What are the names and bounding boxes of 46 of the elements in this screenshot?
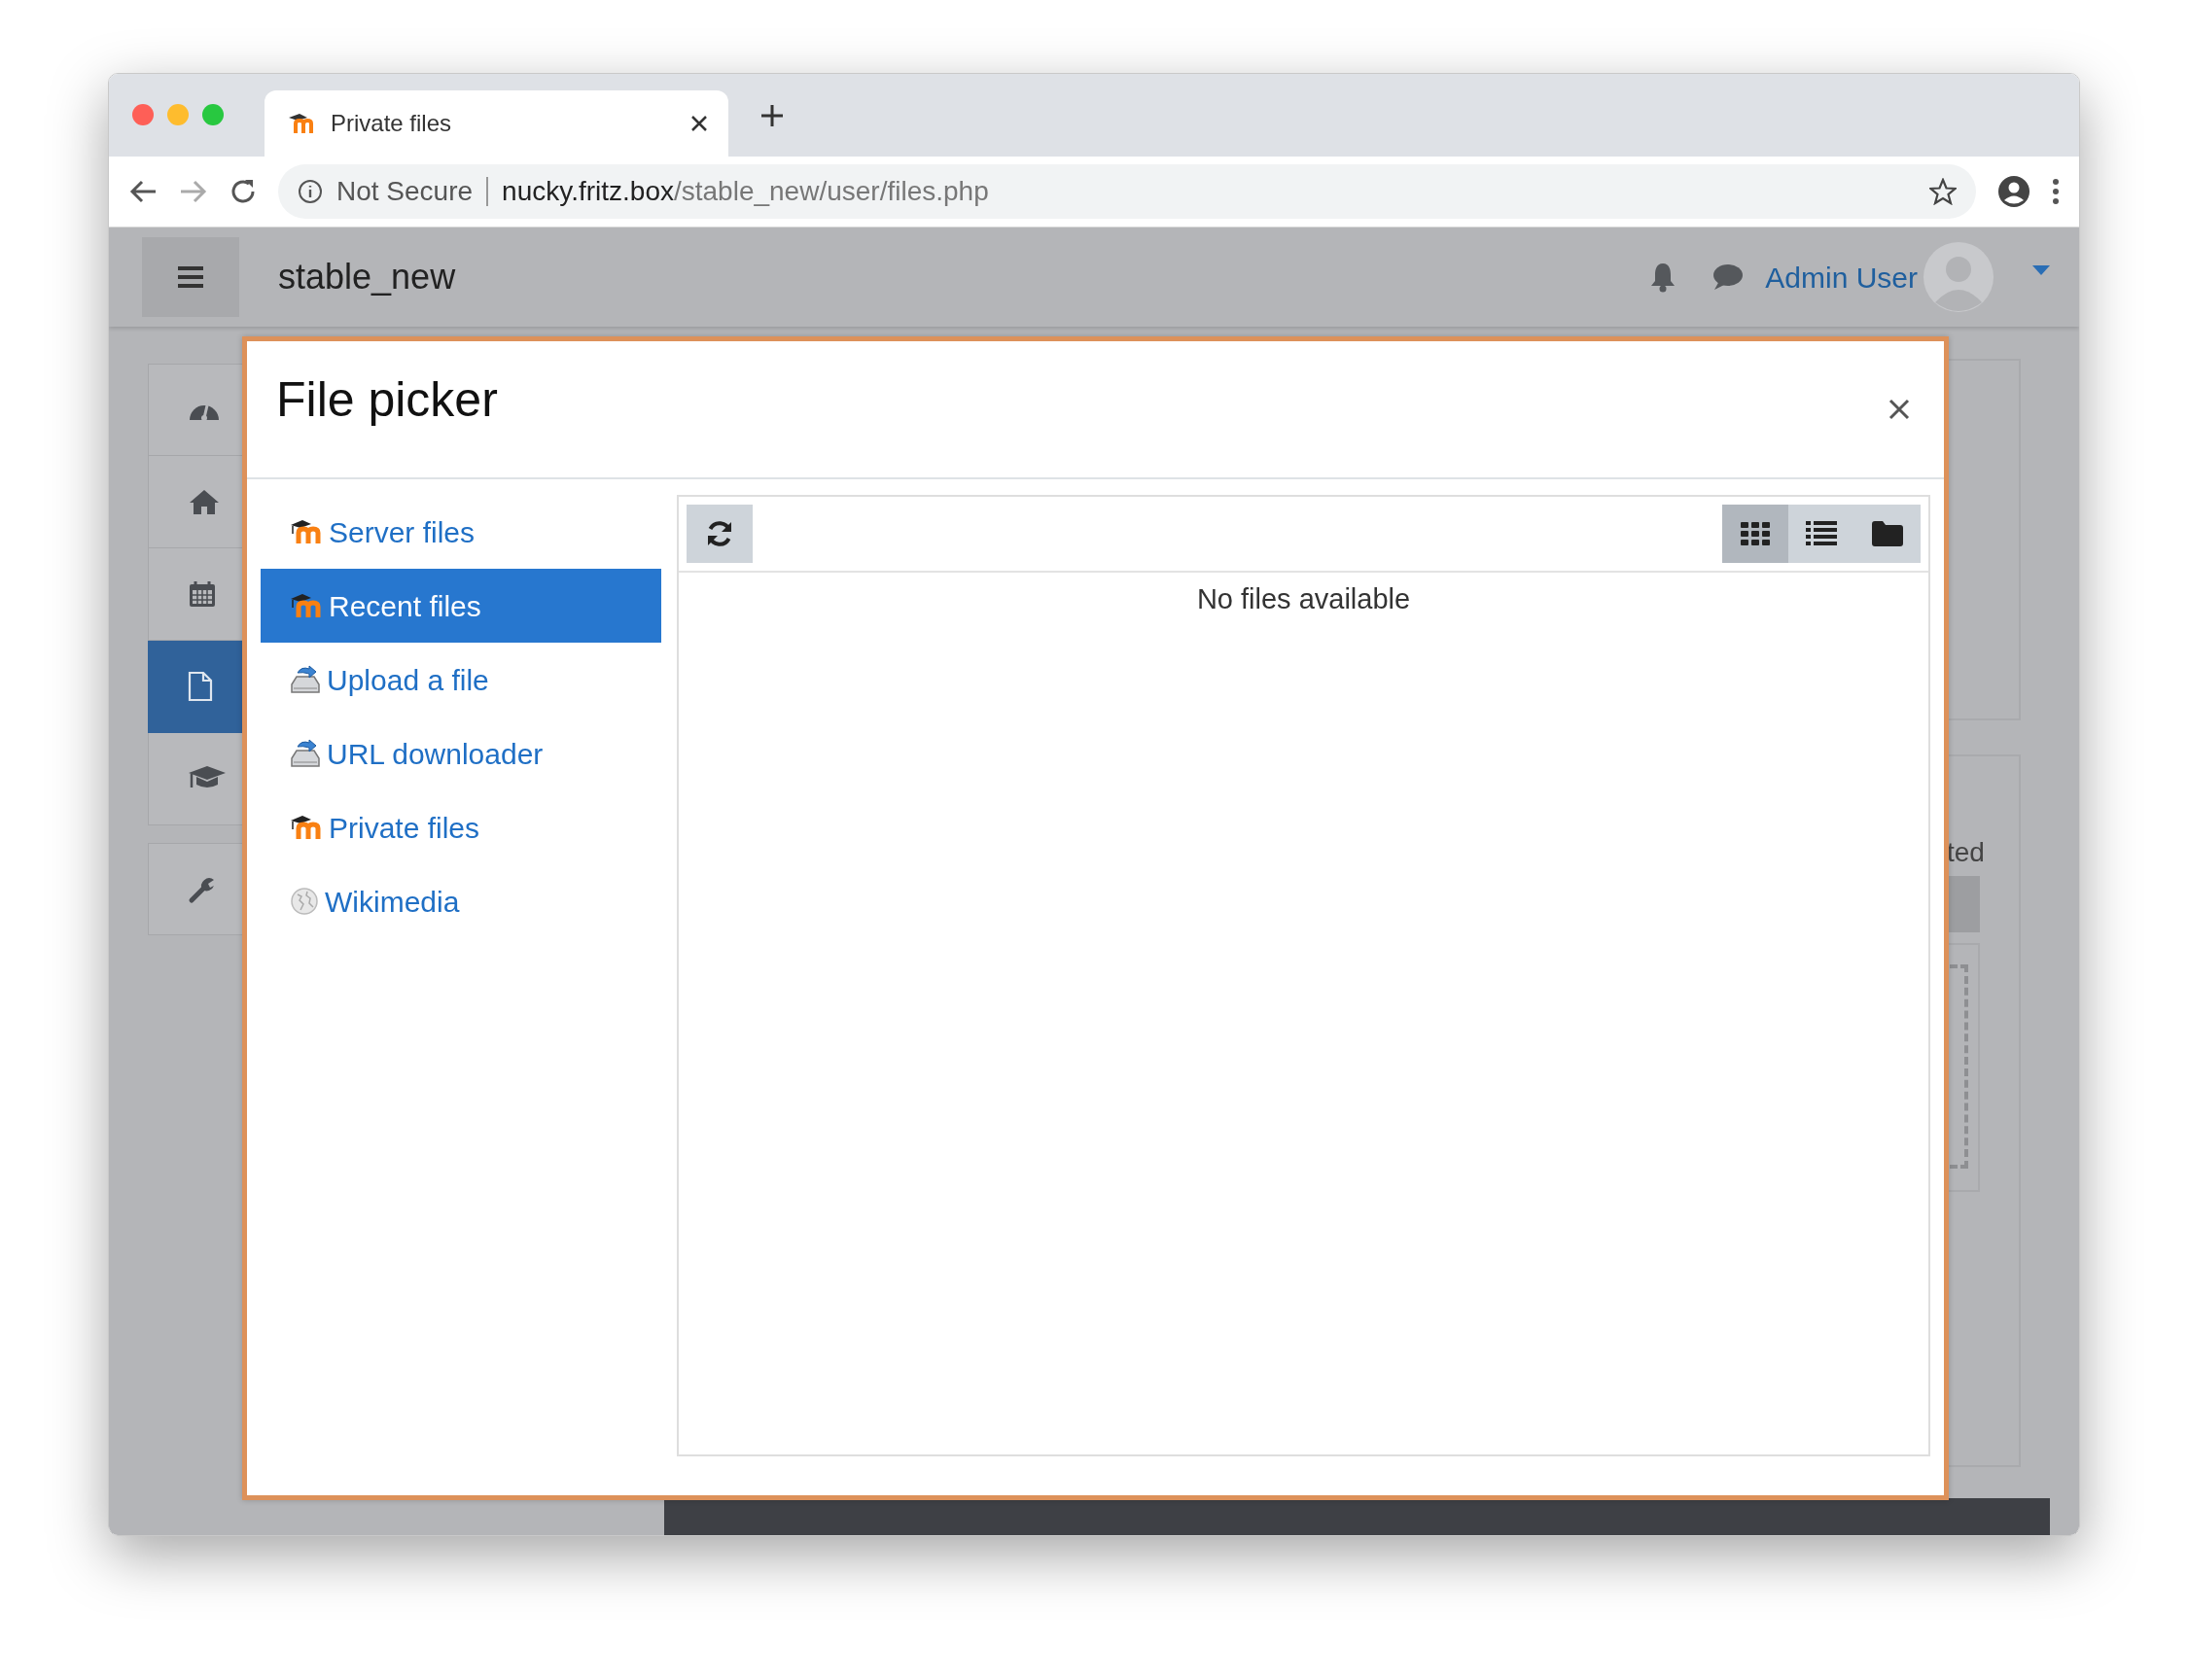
site-name: stable_new bbox=[278, 256, 457, 298]
close-icon bbox=[1888, 398, 1911, 422]
globe-icon bbox=[290, 887, 319, 916]
back-icon[interactable] bbox=[128, 179, 158, 204]
url-text: nucky.fritz.box/stable_new/user/files.php bbox=[502, 175, 990, 208]
info-icon[interactable] bbox=[298, 179, 323, 204]
close-icon[interactable] bbox=[689, 114, 709, 133]
file-icon bbox=[188, 671, 213, 702]
view-button[interactable] bbox=[1854, 505, 1921, 563]
star-icon[interactable] bbox=[1929, 178, 1957, 205]
dialog-title: File picker bbox=[276, 370, 499, 429]
logo-icon bbox=[290, 519, 323, 544]
repository-item[interactable]: URL downloader bbox=[261, 717, 661, 790]
menu-icon bbox=[176, 265, 205, 289]
refresh-icon bbox=[705, 519, 734, 548]
grid-icon bbox=[1741, 522, 1770, 545]
caret-icon[interactable] bbox=[2032, 265, 2050, 275]
home-icon bbox=[188, 488, 221, 515]
user-name[interactable]: Admin User bbox=[1765, 255, 1918, 299]
new-tab-icon[interactable] bbox=[759, 102, 785, 128]
repository-item[interactable]: Server files bbox=[261, 495, 661, 569]
security-label: Not Secure bbox=[336, 175, 474, 208]
calendar-icon bbox=[188, 579, 217, 609]
empty-message: No files available bbox=[1195, 582, 1412, 616]
menu-button[interactable] bbox=[142, 237, 239, 317]
list-icon bbox=[1806, 521, 1837, 546]
browser-tab[interactable]: Private files bbox=[265, 90, 728, 157]
logo-icon bbox=[290, 593, 323, 618]
drive-icon bbox=[290, 739, 321, 768]
refresh-button[interactable] bbox=[687, 505, 753, 563]
address-bar[interactable]: Not Secure nucky.fritz.box/stable_new/user/files.php bbox=[278, 164, 1976, 219]
view-button[interactable] bbox=[1788, 505, 1854, 563]
account-icon[interactable] bbox=[1997, 175, 2030, 208]
menu-icon[interactable] bbox=[2052, 178, 2060, 205]
view-button[interactable] bbox=[1722, 505, 1788, 563]
reload-icon[interactable] bbox=[229, 178, 257, 205]
tab-title: Private files bbox=[331, 109, 453, 138]
logo-icon bbox=[290, 815, 323, 840]
repository-item[interactable]: Upload a file bbox=[261, 643, 661, 717]
chat-icon[interactable] bbox=[1711, 262, 1745, 292]
folder-icon bbox=[1872, 521, 1903, 546]
label-text: ted bbox=[1947, 836, 1985, 869]
repository-item[interactable]: Recent files bbox=[261, 569, 661, 643]
drive-icon bbox=[290, 665, 321, 694]
repository-item[interactable]: Wikimedia bbox=[261, 864, 661, 938]
repository-item[interactable]: Private files bbox=[261, 790, 661, 864]
